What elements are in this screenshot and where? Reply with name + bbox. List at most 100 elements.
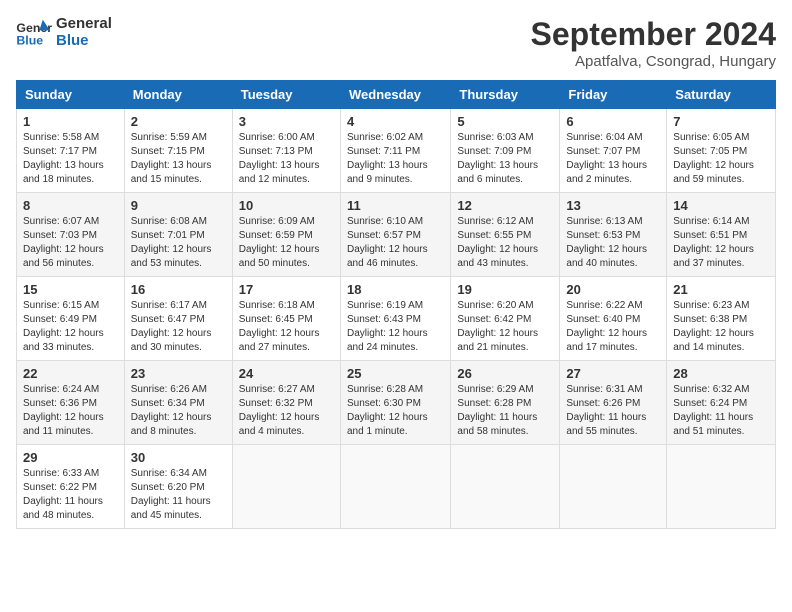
calendar-cell: 24 Sunrise: 6:27 AMSunset: 6:32 PMDaylig… xyxy=(232,361,340,445)
day-info: Sunrise: 6:32 AMSunset: 6:24 PMDaylight:… xyxy=(673,383,769,439)
day-number: 18 xyxy=(347,282,444,297)
calendar-cell xyxy=(340,445,450,529)
header-monday: Monday xyxy=(124,81,232,109)
day-info: Sunrise: 6:34 AMSunset: 6:20 PMDaylight:… xyxy=(131,467,226,523)
calendar-cell xyxy=(667,445,776,529)
day-number: 27 xyxy=(566,366,660,381)
location: Apatfalva, Csongrad, Hungary xyxy=(531,53,776,70)
day-number: 29 xyxy=(23,450,118,465)
day-number: 20 xyxy=(566,282,660,297)
day-info: Sunrise: 5:58 AMSunset: 7:17 PMDaylight:… xyxy=(23,131,118,187)
header-wednesday: Wednesday xyxy=(340,81,450,109)
day-number: 30 xyxy=(131,450,226,465)
calendar-cell: 19 Sunrise: 6:20 AMSunset: 6:42 PMDaylig… xyxy=(451,277,560,361)
day-number: 7 xyxy=(673,114,769,129)
calendar-cell: 15 Sunrise: 6:15 AMSunset: 6:49 PMDaylig… xyxy=(17,277,125,361)
day-number: 14 xyxy=(673,198,769,213)
calendar-week-row: 8 Sunrise: 6:07 AMSunset: 7:03 PMDayligh… xyxy=(17,193,776,277)
calendar-cell: 1 Sunrise: 5:58 AMSunset: 7:17 PMDayligh… xyxy=(17,109,125,193)
calendar-cell: 27 Sunrise: 6:31 AMSunset: 6:26 PMDaylig… xyxy=(560,361,667,445)
day-info: Sunrise: 6:33 AMSunset: 6:22 PMDaylight:… xyxy=(23,467,118,523)
calendar-cell: 28 Sunrise: 6:32 AMSunset: 6:24 PMDaylig… xyxy=(667,361,776,445)
day-info: Sunrise: 6:13 AMSunset: 6:53 PMDaylight:… xyxy=(566,215,660,271)
calendar-cell: 16 Sunrise: 6:17 AMSunset: 6:47 PMDaylig… xyxy=(124,277,232,361)
day-info: Sunrise: 6:10 AMSunset: 6:57 PMDaylight:… xyxy=(347,215,444,271)
calendar-cell xyxy=(232,445,340,529)
header-sunday: Sunday xyxy=(17,81,125,109)
header-tuesday: Tuesday xyxy=(232,81,340,109)
svg-text:Blue: Blue xyxy=(16,33,43,47)
day-number: 10 xyxy=(239,198,334,213)
logo-line2: Blue xyxy=(56,33,112,50)
calendar-cell: 9 Sunrise: 6:08 AMSunset: 7:01 PMDayligh… xyxy=(124,193,232,277)
day-info: Sunrise: 5:59 AMSunset: 7:15 PMDaylight:… xyxy=(131,131,226,187)
day-number: 16 xyxy=(131,282,226,297)
calendar-cell xyxy=(560,445,667,529)
day-number: 5 xyxy=(457,114,553,129)
title-block: September 2024 Apatfalva, Csongrad, Hung… xyxy=(531,16,776,70)
day-info: Sunrise: 6:03 AMSunset: 7:09 PMDaylight:… xyxy=(457,131,553,187)
calendar-cell: 30 Sunrise: 6:34 AMSunset: 6:20 PMDaylig… xyxy=(124,445,232,529)
day-info: Sunrise: 6:12 AMSunset: 6:55 PMDaylight:… xyxy=(457,215,553,271)
day-number: 12 xyxy=(457,198,553,213)
day-info: Sunrise: 6:07 AMSunset: 7:03 PMDaylight:… xyxy=(23,215,118,271)
header-saturday: Saturday xyxy=(667,81,776,109)
calendar-cell: 14 Sunrise: 6:14 AMSunset: 6:51 PMDaylig… xyxy=(667,193,776,277)
day-info: Sunrise: 6:05 AMSunset: 7:05 PMDaylight:… xyxy=(673,131,769,187)
day-info: Sunrise: 6:00 AMSunset: 7:13 PMDaylight:… xyxy=(239,131,334,187)
day-info: Sunrise: 6:19 AMSunset: 6:43 PMDaylight:… xyxy=(347,299,444,355)
calendar-cell: 29 Sunrise: 6:33 AMSunset: 6:22 PMDaylig… xyxy=(17,445,125,529)
day-info: Sunrise: 6:22 AMSunset: 6:40 PMDaylight:… xyxy=(566,299,660,355)
month-title: September 2024 xyxy=(531,16,776,53)
day-info: Sunrise: 6:08 AMSunset: 7:01 PMDaylight:… xyxy=(131,215,226,271)
calendar-cell: 5 Sunrise: 6:03 AMSunset: 7:09 PMDayligh… xyxy=(451,109,560,193)
day-info: Sunrise: 6:28 AMSunset: 6:30 PMDaylight:… xyxy=(347,383,444,439)
calendar-cell: 20 Sunrise: 6:22 AMSunset: 6:40 PMDaylig… xyxy=(560,277,667,361)
calendar-cell: 21 Sunrise: 6:23 AMSunset: 6:38 PMDaylig… xyxy=(667,277,776,361)
calendar-cell: 25 Sunrise: 6:28 AMSunset: 6:30 PMDaylig… xyxy=(340,361,450,445)
day-number: 11 xyxy=(347,198,444,213)
day-number: 24 xyxy=(239,366,334,381)
calendar-week-row: 29 Sunrise: 6:33 AMSunset: 6:22 PMDaylig… xyxy=(17,445,776,529)
day-info: Sunrise: 6:02 AMSunset: 7:11 PMDaylight:… xyxy=(347,131,444,187)
day-number: 8 xyxy=(23,198,118,213)
day-number: 13 xyxy=(566,198,660,213)
calendar-cell: 7 Sunrise: 6:05 AMSunset: 7:05 PMDayligh… xyxy=(667,109,776,193)
page-header: General Blue General Blue September 2024… xyxy=(16,16,776,70)
day-info: Sunrise: 6:14 AMSunset: 6:51 PMDaylight:… xyxy=(673,215,769,271)
day-number: 2 xyxy=(131,114,226,129)
calendar-week-row: 15 Sunrise: 6:15 AMSunset: 6:49 PMDaylig… xyxy=(17,277,776,361)
day-info: Sunrise: 6:04 AMSunset: 7:07 PMDaylight:… xyxy=(566,131,660,187)
day-info: Sunrise: 6:29 AMSunset: 6:28 PMDaylight:… xyxy=(457,383,553,439)
calendar-week-row: 1 Sunrise: 5:58 AMSunset: 7:17 PMDayligh… xyxy=(17,109,776,193)
calendar-cell: 26 Sunrise: 6:29 AMSunset: 6:28 PMDaylig… xyxy=(451,361,560,445)
day-number: 17 xyxy=(239,282,334,297)
day-info: Sunrise: 6:24 AMSunset: 6:36 PMDaylight:… xyxy=(23,383,118,439)
weekday-header-row: Sunday Monday Tuesday Wednesday Thursday… xyxy=(17,81,776,109)
day-number: 22 xyxy=(23,366,118,381)
logo: General Blue General Blue xyxy=(16,16,112,49)
day-info: Sunrise: 6:18 AMSunset: 6:45 PMDaylight:… xyxy=(239,299,334,355)
calendar-cell: 11 Sunrise: 6:10 AMSunset: 6:57 PMDaylig… xyxy=(340,193,450,277)
day-number: 9 xyxy=(131,198,226,213)
calendar-cell xyxy=(451,445,560,529)
calendar-cell: 6 Sunrise: 6:04 AMSunset: 7:07 PMDayligh… xyxy=(560,109,667,193)
day-info: Sunrise: 6:17 AMSunset: 6:47 PMDaylight:… xyxy=(131,299,226,355)
day-number: 4 xyxy=(347,114,444,129)
logo-line1: General xyxy=(56,16,112,33)
header-friday: Friday xyxy=(560,81,667,109)
calendar-cell: 17 Sunrise: 6:18 AMSunset: 6:45 PMDaylig… xyxy=(232,277,340,361)
day-number: 26 xyxy=(457,366,553,381)
calendar-cell: 13 Sunrise: 6:13 AMSunset: 6:53 PMDaylig… xyxy=(560,193,667,277)
calendar-cell: 23 Sunrise: 6:26 AMSunset: 6:34 PMDaylig… xyxy=(124,361,232,445)
day-info: Sunrise: 6:23 AMSunset: 6:38 PMDaylight:… xyxy=(673,299,769,355)
calendar-cell: 10 Sunrise: 6:09 AMSunset: 6:59 PMDaylig… xyxy=(232,193,340,277)
day-info: Sunrise: 6:20 AMSunset: 6:42 PMDaylight:… xyxy=(457,299,553,355)
calendar-cell: 3 Sunrise: 6:00 AMSunset: 7:13 PMDayligh… xyxy=(232,109,340,193)
day-info: Sunrise: 6:09 AMSunset: 6:59 PMDaylight:… xyxy=(239,215,334,271)
calendar-cell: 12 Sunrise: 6:12 AMSunset: 6:55 PMDaylig… xyxy=(451,193,560,277)
day-info: Sunrise: 6:26 AMSunset: 6:34 PMDaylight:… xyxy=(131,383,226,439)
day-info: Sunrise: 6:27 AMSunset: 6:32 PMDaylight:… xyxy=(239,383,334,439)
calendar-cell: 8 Sunrise: 6:07 AMSunset: 7:03 PMDayligh… xyxy=(17,193,125,277)
logo-icon: General Blue xyxy=(16,18,52,48)
